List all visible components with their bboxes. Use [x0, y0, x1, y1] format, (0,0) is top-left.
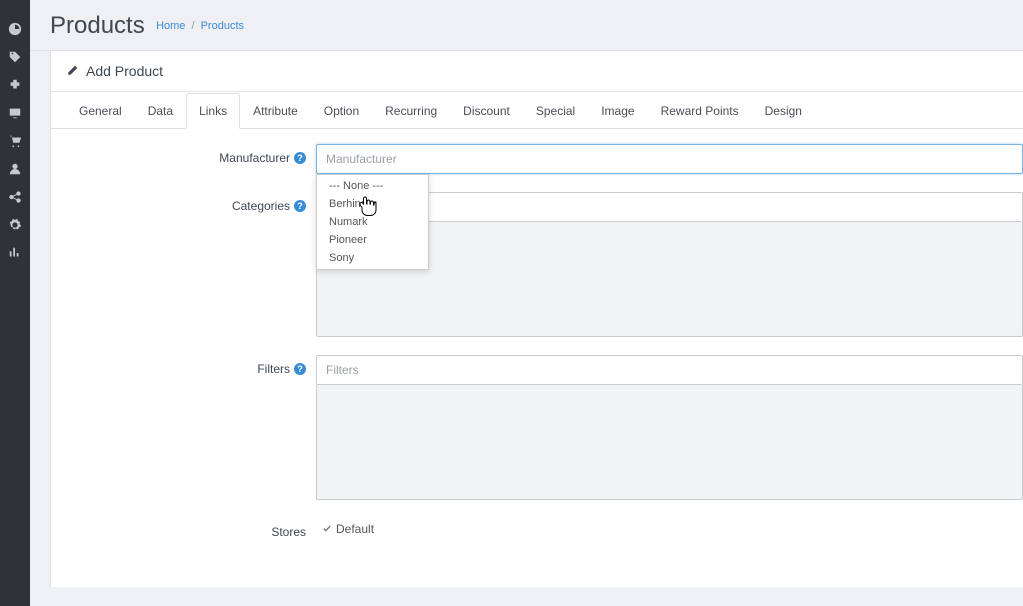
- row-manufacturer: Manufacturer ? --- None --- Berhinger Nu…: [51, 144, 1023, 174]
- breadcrumb-current[interactable]: Products: [201, 20, 244, 32]
- tab-image[interactable]: Image: [588, 93, 647, 129]
- manufacturer-option-numark[interactable]: Numark: [317, 213, 428, 231]
- label-stores-text: Stores: [271, 525, 306, 539]
- stores-default-label[interactable]: Default: [336, 522, 374, 536]
- main: Products Home / Products Add Product Gen…: [30, 0, 1023, 606]
- tabs: General Data Links Attribute Option Recu…: [51, 92, 1023, 129]
- sidebar-item-extensions[interactable]: [0, 71, 30, 99]
- help-icon[interactable]: ?: [294, 200, 306, 212]
- form-area: Manufacturer ? --- None --- Berhinger Nu…: [51, 129, 1023, 587]
- manufacturer-option-none[interactable]: --- None ---: [317, 177, 428, 195]
- row-stores: Stores Default: [51, 518, 1023, 539]
- stores-value: Default: [316, 518, 1023, 536]
- sidebar-item-settings[interactable]: [0, 211, 30, 239]
- tab-data[interactable]: Data: [135, 93, 186, 129]
- manufacturer-control: --- None --- Berhinger Numark Pioneer So…: [316, 144, 1023, 174]
- check-icon: [322, 524, 332, 534]
- breadcrumb-home[interactable]: Home: [156, 20, 185, 32]
- filters-input[interactable]: [316, 355, 1023, 385]
- panel: Add Product General Data Links Attribute…: [50, 51, 1023, 587]
- label-manufacturer: Manufacturer ?: [51, 144, 316, 165]
- sidebar-item-tags[interactable]: [0, 43, 30, 71]
- label-categories: Categories ?: [51, 192, 316, 213]
- page-header: Products Home / Products: [30, 0, 1023, 51]
- sidebar: [0, 0, 30, 606]
- page-title: Products: [50, 12, 145, 40]
- tab-discount[interactable]: Discount: [450, 93, 523, 129]
- breadcrumb-sep: /: [191, 20, 194, 32]
- tab-option[interactable]: Option: [311, 93, 372, 129]
- manufacturer-input[interactable]: [316, 144, 1023, 174]
- filters-wellbox: [316, 385, 1023, 500]
- sidebar-item-display[interactable]: [0, 99, 30, 127]
- panel-heading: Add Product: [51, 51, 1023, 92]
- filters-control: [316, 355, 1023, 500]
- tab-recurring[interactable]: Recurring: [372, 93, 450, 129]
- row-categories: Categories ?: [51, 192, 1023, 337]
- help-icon[interactable]: ?: [294, 152, 306, 164]
- tab-reward-points[interactable]: Reward Points: [648, 93, 752, 129]
- label-filters-text: Filters: [257, 362, 290, 376]
- sidebar-item-cart[interactable]: [0, 127, 30, 155]
- sidebar-item-dashboard[interactable]: [0, 15, 30, 43]
- label-filters: Filters ?: [51, 355, 316, 376]
- pencil-icon: [66, 65, 78, 77]
- help-icon[interactable]: ?: [294, 363, 306, 375]
- panel-heading-text: Add Product: [86, 63, 163, 79]
- sidebar-item-stats[interactable]: [0, 239, 30, 267]
- manufacturer-dropdown: --- None --- Berhinger Numark Pioneer So…: [316, 174, 429, 270]
- manufacturer-option-berhinger[interactable]: Berhinger: [317, 195, 428, 213]
- sidebar-item-user[interactable]: [0, 155, 30, 183]
- breadcrumb: Home / Products: [156, 20, 244, 32]
- label-stores: Stores: [51, 518, 316, 539]
- sidebar-item-share[interactable]: [0, 183, 30, 211]
- tab-links[interactable]: Links: [186, 93, 240, 129]
- manufacturer-option-pioneer[interactable]: Pioneer: [317, 231, 428, 249]
- manufacturer-option-sony[interactable]: Sony: [317, 249, 428, 267]
- label-manufacturer-text: Manufacturer: [219, 151, 290, 165]
- tab-general[interactable]: General: [66, 93, 135, 129]
- tab-special[interactable]: Special: [523, 93, 588, 129]
- row-filters: Filters ?: [51, 355, 1023, 500]
- tab-design[interactable]: Design: [752, 93, 815, 129]
- tab-attribute[interactable]: Attribute: [240, 93, 311, 129]
- label-categories-text: Categories: [232, 199, 290, 213]
